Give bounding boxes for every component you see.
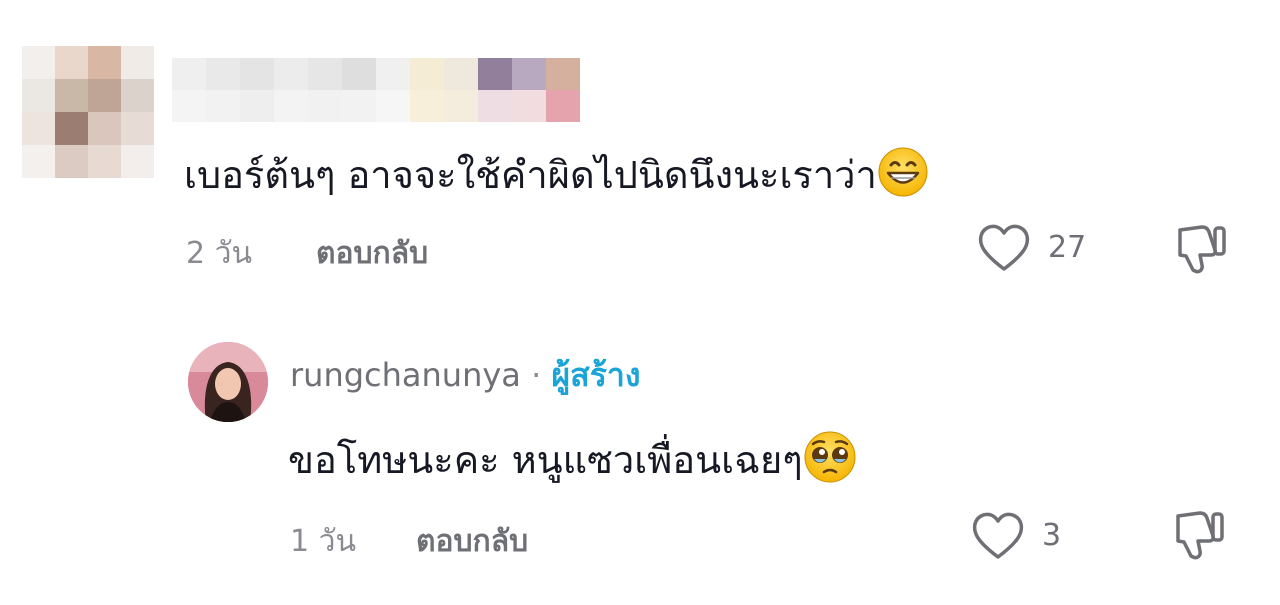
comment-text: เบอร์ต้นๆ อาจจะใช้คำผิดไปนิดนึงนะเราว่า bbox=[184, 146, 929, 209]
heart-outline-icon[interactable] bbox=[970, 510, 1026, 562]
thumbs-down-outline-icon[interactable] bbox=[1172, 222, 1228, 276]
username[interactable]: rungchanunya bbox=[290, 356, 521, 394]
separator-dot: · bbox=[531, 356, 542, 394]
comment-body: เบอร์ต้นๆ อาจจะใช้คำผิดไปนิดนึงนะเราว่า bbox=[184, 153, 877, 197]
like-count: 3 bbox=[1042, 518, 1062, 553]
reply-button[interactable]: ตอบกลับ bbox=[316, 230, 428, 277]
creator-badge: ผู้สร้าง bbox=[551, 356, 641, 394]
grinning-face-emoji bbox=[877, 146, 929, 209]
blurred-username[interactable] bbox=[172, 58, 580, 122]
blurred-avatar[interactable] bbox=[22, 46, 154, 178]
comment-body: ขอโทษนะคะ หนูแซวเพื่อนเฉยๆ bbox=[288, 438, 803, 482]
pleading-face-emoji bbox=[803, 430, 857, 495]
comment-text: ขอโทษนะคะ หนูแซวเพื่อนเฉยๆ bbox=[288, 430, 857, 495]
reply-button[interactable]: ตอบกลับ bbox=[416, 518, 528, 565]
thumbs-down-outline-icon[interactable] bbox=[1170, 508, 1226, 562]
comment-time: 1 วัน bbox=[290, 524, 356, 559]
heart-outline-icon[interactable] bbox=[976, 222, 1032, 274]
comment-time: 2 วัน bbox=[186, 236, 252, 271]
like-count: 27 bbox=[1048, 230, 1087, 265]
avatar[interactable] bbox=[188, 342, 268, 422]
comment-author: rungchanunya · ผู้สร้าง bbox=[290, 350, 640, 401]
